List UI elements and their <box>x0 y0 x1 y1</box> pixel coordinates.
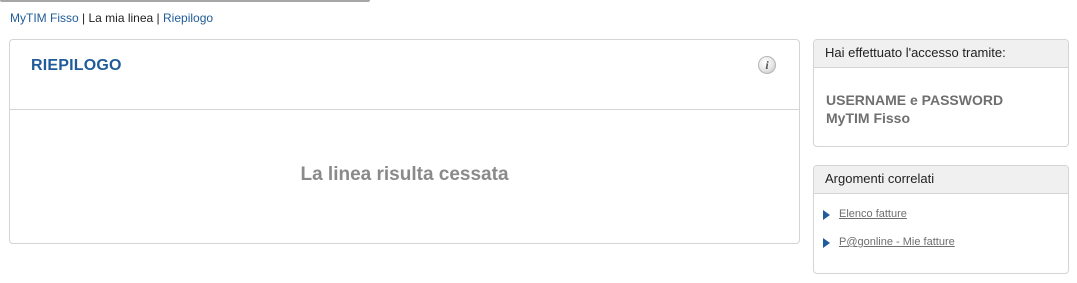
breadcrumb: MyTIM Fisso | La mia linea | Riepilogo <box>10 11 213 25</box>
access-method-line2: MyTIM Fisso <box>826 110 911 126</box>
breadcrumb-la-mia-linea: La mia linea <box>88 11 154 25</box>
access-info-panel: Hai effettuato l'accesso tramite: USERNA… <box>813 39 1069 147</box>
arrow-right-icon <box>823 238 830 248</box>
breadcrumb-separator: | <box>82 11 86 25</box>
arrow-right-icon <box>823 210 830 220</box>
top-tab-bar <box>0 0 370 2</box>
access-method-line1: USERNAME e PASSWORD <box>826 92 1004 108</box>
breadcrumb-riepilogo[interactable]: Riepilogo <box>163 11 213 25</box>
line-status-message: La linea risulta cessata <box>300 164 509 185</box>
summary-panel-header: RIEPILOGO i <box>10 40 799 110</box>
info-icon[interactable]: i <box>758 56 776 74</box>
breadcrumb-mytim-fisso[interactable]: MyTIM Fisso <box>10 11 79 25</box>
page-title: RIEPILOGO <box>31 57 122 74</box>
related-link-pagonline[interactable]: P@gonline - Mie fatture <box>839 236 955 248</box>
access-method: USERNAME e PASSWORD MyTIM Fisso <box>826 91 1003 127</box>
access-info-header: Hai effettuato l'accesso tramite: <box>814 40 1068 68</box>
summary-panel: RIEPILOGO i La linea risulta cessata <box>9 39 800 244</box>
related-topics-panel: Argomenti correlati Elenco fatture P@gon… <box>813 165 1069 274</box>
related-topics-header: Argomenti correlati <box>814 166 1068 194</box>
related-link-elenco-fatture[interactable]: Elenco fatture <box>839 208 907 220</box>
breadcrumb-separator: | <box>156 11 160 25</box>
